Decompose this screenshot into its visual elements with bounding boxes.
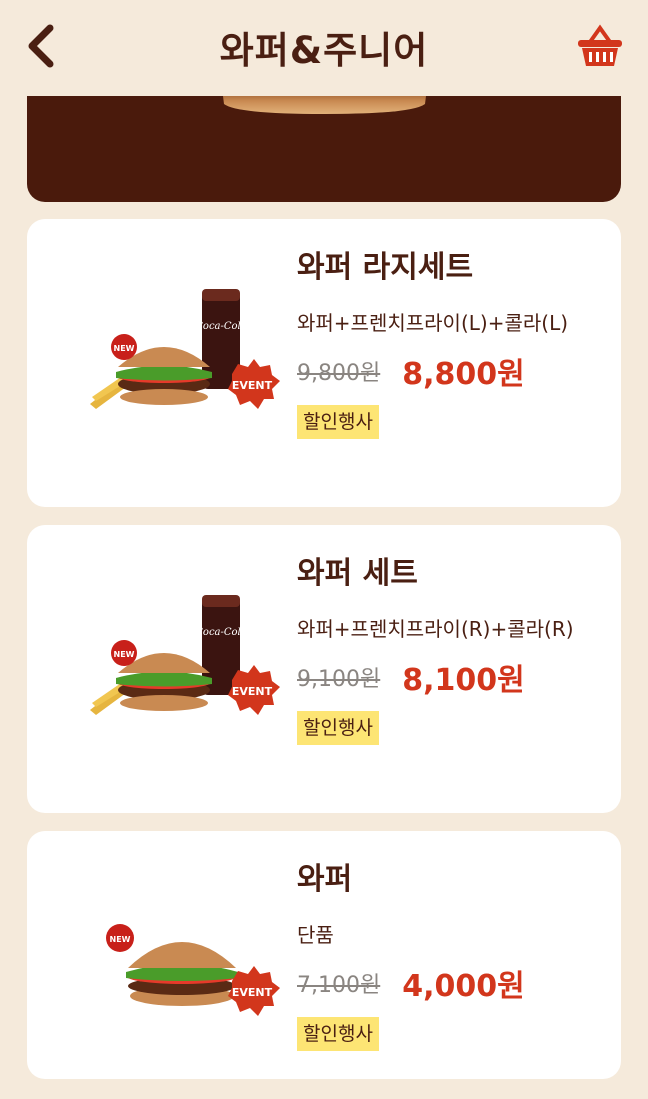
cart-button[interactable] [574,22,626,70]
svg-text:Coca-Cola: Coca-Cola [195,321,246,332]
promo-badge: 할인행사 [297,1017,379,1051]
event-tag: EVENT [232,379,273,392]
price-row: 9,100원 8,100원 [297,655,607,699]
page-title: 와퍼&주니어 [219,29,429,72]
item-description: 와퍼+프렌치프라이(R)+콜라(R) [297,617,574,641]
top-bar: 와퍼&주니어 [0,0,648,96]
price-row: 9,800원 8,800원 [297,349,607,393]
svg-text:Coca-Cola: Coca-Cola [195,627,246,638]
banner-burger-image [223,96,426,114]
sale-price: 4,000원 [402,969,525,1004]
new-tag: NEW [114,344,135,353]
item-name: 와퍼 [297,862,353,897]
item-description: 단품 [297,923,334,947]
basket-icon [578,24,622,66]
sale-price: 8,800원 [402,357,525,392]
burger-image: NEW EVENT [106,924,280,1016]
new-tag: NEW [110,935,131,944]
promo-badge: 할인행사 [297,711,379,745]
original-price: 9,800원 [297,361,381,386]
item-name: 와퍼 라지세트 [297,250,474,285]
item-info: 와퍼 세트 와퍼+프렌치프라이(R)+콜라(R) 9,100원 8,100원 할… [297,555,607,745]
sale-price: 8,100원 [402,663,525,698]
item-info: 와퍼 단품 7,100원 4,000원 할인행사 [297,861,607,1051]
original-price: 9,100원 [297,667,381,692]
price-row: 7,100원 4,000원 [297,961,607,1005]
event-tag: EVENT [232,986,273,999]
promo-badge: 할인행사 [297,405,379,439]
item-name: 와퍼 세트 [297,556,418,591]
set-meal-image: Coca-Cola NEW EVENT [90,595,280,715]
menu-item-card[interactable]: NEW EVENT 와퍼 단품 7,100원 4,000원 할인행사 [27,831,621,1079]
menu-item-card[interactable]: Coca-Cola NEW EVENT 와퍼 라지세트 와퍼+프렌치프라이(L)… [27,219,621,507]
event-tag: EVENT [232,685,273,698]
promo-banner[interactable] [27,96,621,202]
menu-item-card[interactable]: Coca-Cola NEW EVENT 와퍼 세트 와퍼+프렌치프라이(R)+콜… [27,525,621,813]
new-tag: NEW [114,650,135,659]
original-price: 7,100원 [297,973,381,998]
set-meal-image: Coca-Cola NEW EVENT [90,289,280,409]
item-description: 와퍼+프렌치프라이(L)+콜라(L) [297,311,569,335]
item-info: 와퍼 라지세트 와퍼+프렌치프라이(L)+콜라(L) 9,800원 8,800원… [297,249,607,439]
